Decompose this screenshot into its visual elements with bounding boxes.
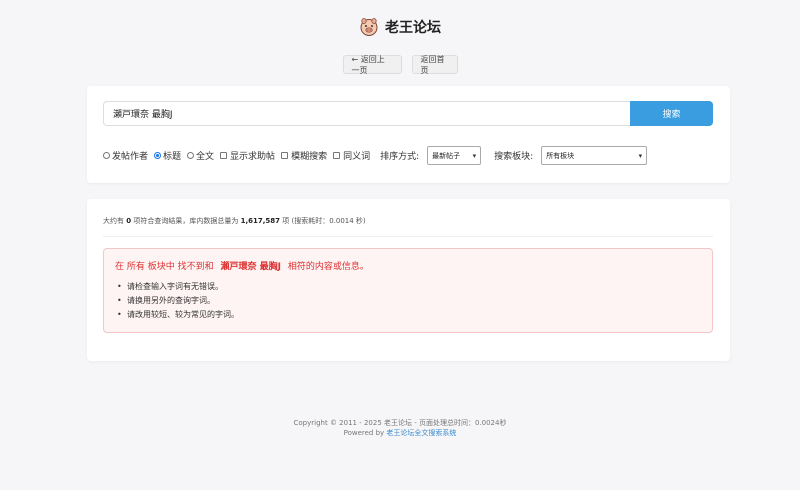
notice-keyword: 瀬戸環奈 最胸J (220, 262, 281, 272)
list-item: 请改用较短、较为常见的字词。 (115, 308, 701, 322)
results-stats: 大约有 0 项符合查询结果，库内数据总量为 1,617,587 项 (搜索耗时：… (103, 216, 366, 226)
stats-prefix: 大约有 (103, 217, 124, 225)
powered-link[interactable]: 老王论坛全文搜索系统 (386, 429, 456, 437)
sort-label: 排序方式: (380, 152, 420, 162)
results-panel: 大约有 0 项符合查询结果，库内数据总量为 1,617,587 项 (搜索耗时：… (87, 199, 730, 361)
copyright-text: Copyright © 2011 - 2025 老王论坛 - 页面处理总时间：0… (293, 419, 507, 427)
search-options: 发帖作者 标题 全文 显示求助帖 模糊搜索 同义词 排序方式: 最新帖子 ▾ 搜… (103, 146, 648, 165)
radio-title-label: 标题 (163, 152, 182, 162)
radio-title[interactable]: 标题 (154, 149, 181, 162)
notice-title: 在 所有 板块中 找不到和 瀬戸環奈 最胸J 相符的内容或信息。 (115, 259, 701, 272)
forum-select-value: 所有板块 (546, 151, 575, 160)
checkbox-show-help[interactable]: 显示求助帖 (220, 149, 275, 162)
pig-face-icon[interactable] (359, 17, 379, 37)
site-header: 老王论坛 (0, 16, 800, 38)
tips-list: 请检查输入字词有无错误。 请换用另外的查询字词。 请改用较短、较为常见的字词。 (115, 280, 701, 322)
checkbox-show-help-control[interactable] (220, 152, 228, 159)
back-button[interactable]: ← 返回上一页 (342, 55, 402, 75)
search-button[interactable]: 搜索 (630, 101, 713, 126)
total-count: 1,617,587 (240, 217, 280, 225)
list-item: 请换用另外的查询字词。 (115, 294, 701, 308)
checkbox-show-help-label: 显示求助帖 (230, 152, 276, 162)
powered-by: Powered by 老王论坛全文搜索系统 (0, 428, 800, 438)
divider (103, 236, 713, 237)
stats-suffix: 项 (搜索耗时：0.0014 秒) (282, 217, 366, 225)
checkbox-fuzzy[interactable]: 模糊搜索 (281, 149, 327, 162)
sort-select[interactable]: 最新帖子 ▾ (427, 146, 482, 165)
radio-fulltext-label: 全文 (196, 152, 215, 162)
search-input[interactable] (103, 101, 630, 126)
notice-title-post: 相符的内容或信息。 (287, 262, 369, 272)
checkbox-synonym-label: 同义词 (343, 152, 371, 162)
home-button[interactable]: 返回首页 (411, 55, 458, 75)
radio-fulltext[interactable]: 全文 (187, 149, 214, 162)
checkbox-fuzzy-label: 模糊搜索 (291, 152, 328, 162)
site-title[interactable]: 老王论坛 (385, 17, 441, 37)
no-results-notice: 在 所有 板块中 找不到和 瀬戸環奈 最胸J 相符的内容或信息。 请检查输入字词… (103, 248, 713, 333)
forum-select[interactable]: 所有板块 ▾ (541, 146, 648, 165)
list-item: 请检查输入字词有无错误。 (115, 280, 701, 294)
checkbox-fuzzy-control[interactable] (281, 152, 289, 159)
notice-title-pre: 在 所有 板块中 找不到和 (115, 262, 214, 272)
chevron-down-icon: ▾ (472, 151, 477, 160)
footer: Copyright © 2011 - 2025 老王论坛 - 页面处理总时间：0… (0, 418, 800, 438)
checkbox-synonym-control[interactable] (333, 152, 341, 159)
search-panel: 搜索 发帖作者 标题 全文 显示求助帖 模糊搜索 同义词 排序方式: 最新帖子 (87, 86, 730, 183)
forum-label: 搜索板块: (494, 152, 534, 162)
radio-author-control[interactable] (103, 152, 110, 159)
radio-author[interactable]: 发帖作者 (103, 149, 148, 162)
radio-title-control[interactable] (154, 152, 162, 159)
stats-mid: 项符合查询结果，库内数据总量为 (133, 217, 239, 225)
powered-prefix: Powered by (343, 429, 385, 437)
chevron-down-icon: ▾ (638, 151, 643, 160)
radio-fulltext-control[interactable] (187, 152, 195, 159)
search-bar: 搜索 (103, 101, 713, 126)
sort-select-value: 最新帖子 (432, 151, 461, 160)
result-count: 0 (126, 217, 132, 225)
radio-author-label: 发帖作者 (112, 152, 149, 162)
nav-bar: ← 返回上一页 返回首页 (0, 55, 800, 75)
checkbox-synonym[interactable]: 同义词 (333, 149, 370, 162)
